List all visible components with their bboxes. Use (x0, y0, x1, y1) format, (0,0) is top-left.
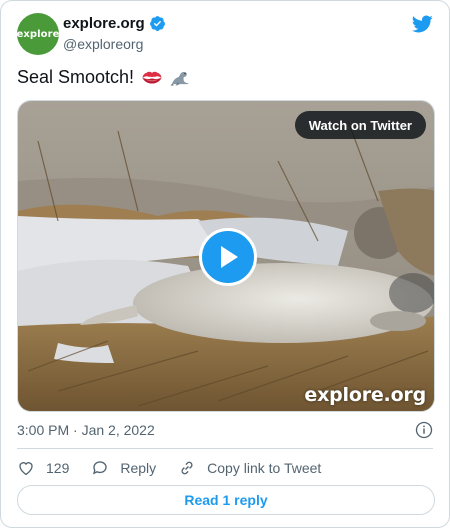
like-button[interactable]: 129 (17, 459, 69, 477)
divider (17, 448, 433, 449)
copy-link-button[interactable]: Copy link to Tweet (178, 459, 321, 477)
video-player[interactable]: Watch on Twitter explore.org (17, 100, 435, 412)
watch-on-twitter-button[interactable]: Watch on Twitter (294, 111, 426, 139)
twitter-bird-icon[interactable] (411, 13, 433, 35)
copy-link-label: Copy link to Tweet (207, 460, 322, 476)
reply-button[interactable]: Reply (91, 459, 156, 477)
tweet-timestamp[interactable]: 3:00 PM · Jan 2, 2022 (17, 422, 155, 438)
heart-icon (19, 462, 33, 476)
seal-icon (170, 71, 189, 86)
kiss-lips-icon (142, 71, 162, 84)
read-replies-button[interactable]: Read 1 reply (17, 485, 435, 515)
avatar-logo-text: explore (16, 28, 60, 40)
link-icon (181, 461, 193, 475)
play-button[interactable] (199, 228, 257, 286)
tweet-body: Seal Smootch! (17, 67, 135, 87)
tweet-embed-card: explore explore.org @exploreorg Seal Smo… (0, 0, 450, 528)
video-watermark: explore.org (304, 384, 426, 406)
tweet-text: Seal Smootch! (17, 67, 190, 88)
avatar[interactable]: explore (16, 13, 60, 55)
tweet-actions: 129 Reply Copy link to Tweet (17, 458, 343, 478)
handle[interactable]: @exploreorg (63, 36, 143, 52)
play-icon (221, 246, 238, 268)
verified-badge-icon (149, 16, 165, 31)
author-name-row: explore.org (63, 15, 166, 32)
like-count: 129 (46, 460, 70, 476)
info-icon[interactable] (415, 421, 433, 439)
speech-bubble-icon (93, 461, 107, 475)
display-name[interactable]: explore.org (63, 15, 145, 32)
reply-label: Reply (120, 460, 157, 476)
